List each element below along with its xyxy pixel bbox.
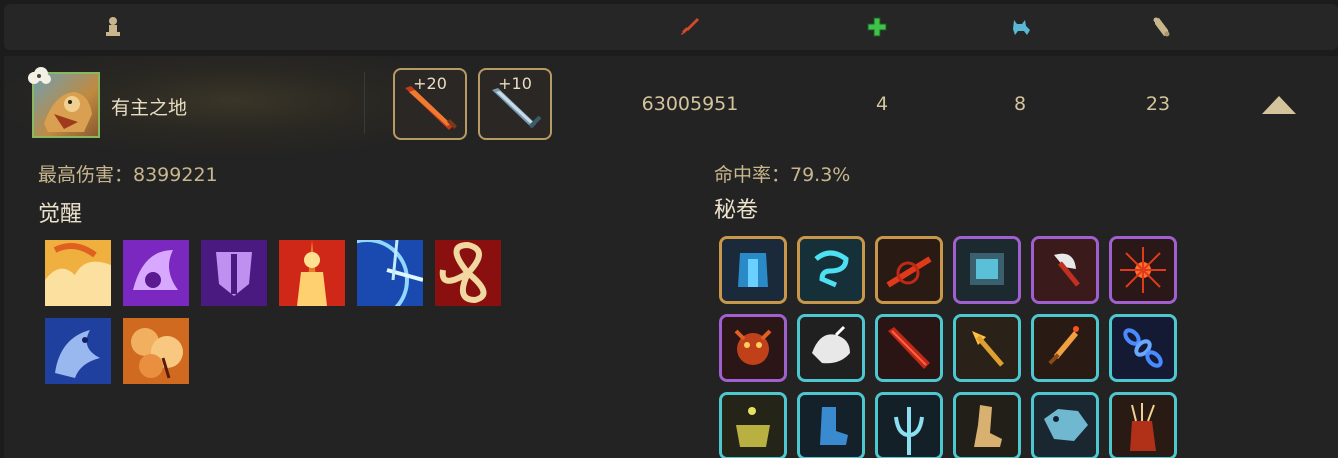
flame-sword-icon: [405, 86, 457, 130]
blue-chain-icon[interactable]: [1109, 314, 1177, 382]
blue-armor-icon[interactable]: [719, 236, 787, 304]
sword-icon: [676, 14, 702, 40]
details-panel: 最高伤害：8399221 命中率：79.3% 觉醒 秘卷: [4, 154, 1338, 458]
cloud-badge-icon: [26, 66, 52, 88]
awaken-title: 觉醒: [38, 202, 83, 227]
steel-sword-icon: [492, 88, 542, 129]
red-slash-icon[interactable]: [875, 236, 943, 304]
scroll-value: 23: [1145, 93, 1171, 115]
golden-arrow-icon[interactable]: [953, 314, 1021, 382]
player-name: 有主之地: [111, 97, 188, 119]
golden-pot-icon[interactable]: [719, 392, 787, 458]
divider: [364, 72, 365, 134]
fire-cloud-icon[interactable]: [45, 240, 111, 306]
pawn-icon: [100, 14, 126, 40]
shield-rune-icon[interactable]: [953, 236, 1021, 304]
max-damage-label: 最高伤害：8399221: [38, 164, 218, 186]
purple-spirit-icon[interactable]: [123, 240, 189, 306]
cyan-rune-icon[interactable]: [797, 236, 865, 304]
blue-boot-icon[interactable]: [797, 392, 865, 458]
weapon-slot-1[interactable]: +20: [393, 68, 467, 140]
plus-icon: [864, 14, 890, 40]
pet-value: 8: [1013, 93, 1027, 115]
blue-burst-icon[interactable]: [357, 240, 423, 306]
blue-dragon-icon[interactable]: [45, 318, 111, 384]
heal-value: 4: [875, 93, 889, 115]
damage-value: 63005951: [641, 93, 739, 115]
stats-header: [4, 4, 1338, 50]
trident-icon[interactable]: [875, 392, 943, 458]
white-bird-icon[interactable]: [797, 314, 865, 382]
fire-burst-icon[interactable]: [1109, 236, 1177, 304]
scroll-icon: [1148, 14, 1174, 40]
flaming-dagger-icon[interactable]: [1031, 314, 1099, 382]
gold-boot-icon[interactable]: [953, 392, 1021, 458]
hit-rate-label: 命中率：79.3%: [714, 164, 851, 186]
ice-wolf-icon[interactable]: [1031, 392, 1099, 458]
purple-mask-icon[interactable]: [201, 240, 267, 306]
player-row[interactable]: 有主之地 +20 +10 63005951 4 8 23: [4, 56, 1338, 154]
triangle-up-icon: [1262, 96, 1296, 114]
arrow-quiver-icon[interactable]: [1109, 392, 1177, 458]
axe-icon[interactable]: [1031, 236, 1099, 304]
collapse-button[interactable]: [1262, 96, 1296, 114]
demon-face-icon[interactable]: [719, 314, 787, 382]
cat-icon: [1008, 14, 1034, 40]
red-swirl-icon[interactable]: [435, 240, 501, 306]
red-blade-icon[interactable]: [875, 314, 943, 382]
orange-explosion-icon[interactable]: [123, 318, 189, 384]
scrolls-title: 秘卷: [714, 198, 759, 223]
golden-warrior-icon[interactable]: [279, 240, 345, 306]
weapon-slot-2[interactable]: +10: [478, 68, 552, 140]
